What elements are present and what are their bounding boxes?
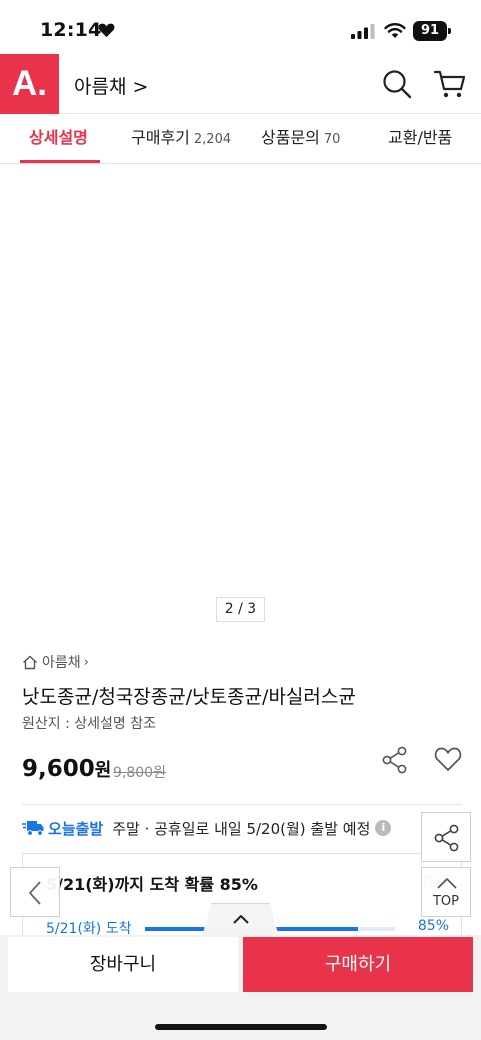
truck-icon (22, 821, 44, 836)
sale-price: 9,600원 (22, 756, 111, 782)
breadcrumb[interactable]: 아름채 › (22, 652, 89, 672)
shipping-text: 주말 · 공휴일로 내일 5/20(월) 출발 예정 (112, 819, 371, 838)
home-indicator (155, 1024, 327, 1030)
shipping-info: 오늘출발 주말 · 공휴일로 내일 5/20(월) 출발 예정 i (22, 817, 392, 839)
tab-exchange[interactable]: 교환/반품 (388, 114, 452, 164)
store-name-link[interactable]: 아름채 > (74, 72, 148, 99)
info-icon[interactable]: i (375, 820, 392, 836)
product-page: 12:14 91 A. 아름채 > 상세설명 구매후기 2,204 상품문의 7… (0, 0, 481, 1040)
home-icon (23, 655, 37, 669)
detail-tabs: 상세설명 구매후기 2,204 상품문의 70 교환/반품 (0, 114, 481, 164)
share-icon (434, 824, 459, 852)
tab-questions[interactable]: 상품문의 70 (261, 114, 340, 164)
tab-count: 70 (323, 132, 341, 147)
search-icon[interactable] (382, 69, 412, 99)
expand-handle[interactable] (202, 903, 279, 937)
product-title: 낫도종균/청국장종균/낫토종균/바실러스균 (22, 686, 356, 708)
active-tab-indicator (20, 160, 100, 163)
arrival-title: 5/21(화)까지 도착 확률 85% (46, 875, 258, 894)
tab-label: 상품문의 (261, 128, 320, 147)
breadcrumb-store: 아름채 (42, 655, 81, 671)
image-counter: 2 / 3 (216, 597, 265, 622)
tab-detail[interactable]: 상세설명 (29, 114, 88, 164)
tab-label: 교환/반품 (388, 128, 453, 147)
battery-icon: 91 (413, 21, 451, 41)
floating-share-button[interactable] (421, 812, 471, 862)
price-value: 9,600 (22, 756, 95, 782)
add-to-cart-button[interactable]: 장바구니 (8, 937, 238, 992)
heart-outline-icon[interactable] (434, 746, 462, 772)
back-button[interactable] (10, 867, 60, 917)
product-image-carousel[interactable] (0, 165, 481, 635)
status-time: 12:14 (40, 19, 102, 41)
chevron-up-icon (233, 915, 249, 924)
price-unit: 원 (94, 760, 112, 781)
store-logo[interactable]: A. (0, 54, 59, 114)
same-day-badge: 오늘출발 (48, 819, 104, 838)
product-origin: 원산지 : 상세설명 참조 (22, 716, 156, 732)
wifi-icon (384, 23, 406, 38)
original-price: 9,800원 (113, 765, 166, 781)
share-icon[interactable] (381, 746, 409, 774)
heart-icon (98, 23, 115, 38)
status-bar: 12:14 91 (0, 0, 481, 54)
tab-label: 구매후기 (131, 128, 190, 147)
top-label: TOP (432, 894, 459, 909)
app-header: A. 아름채 > (0, 54, 481, 114)
scroll-top-button[interactable]: TOP (421, 867, 471, 917)
chevron-up-icon (437, 878, 457, 889)
cart-icon[interactable] (434, 69, 466, 99)
tab-label: 상세설명 (29, 128, 88, 147)
chevron-right-icon: › (83, 654, 89, 670)
arrival-row-percent: 85% (417, 918, 449, 934)
tab-count: 2,204 (193, 132, 232, 147)
tab-reviews[interactable]: 구매후기 2,204 (131, 114, 231, 164)
divider (22, 804, 462, 805)
battery-level: 91 (413, 21, 447, 41)
signal-icon (351, 24, 375, 39)
chevron-left-icon (29, 881, 41, 905)
buy-now-button[interactable]: 구매하기 (243, 937, 473, 992)
purchase-bar: 장바구니 구매하기 (0, 935, 481, 1040)
